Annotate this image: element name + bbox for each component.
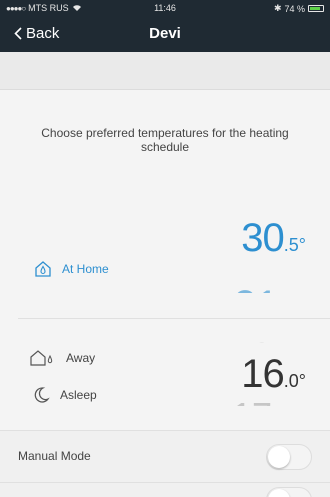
away-house-icon (30, 350, 53, 366)
bluetooth-icon: ✱ (273, 3, 282, 13)
instruction-text: Choose preferred temperatures for the he… (41, 126, 289, 154)
at-home-label: At Home (62, 262, 109, 276)
away-label: Away (66, 351, 96, 365)
section-divider (18, 318, 330, 319)
home-icon (35, 261, 51, 277)
back-button[interactable]: Back (14, 25, 59, 42)
toggle-knob (268, 489, 290, 497)
away-temperature[interactable]: 16.0° (241, 352, 306, 397)
manual-mode-row: Manual Mode (0, 430, 330, 482)
asleep-row[interactable]: Asleep (32, 386, 97, 404)
status-right: ✱ 74 % (274, 3, 324, 14)
chevron-left-icon (14, 27, 22, 40)
toggle-knob (268, 446, 290, 468)
at-home-row[interactable]: At Home (34, 260, 109, 278)
at-home-temperature[interactable]: 30.5° (241, 216, 306, 261)
away-row[interactable]: Away (30, 350, 95, 366)
away-temp-frac: .0° (283, 371, 306, 391)
next-setting-row (0, 482, 330, 497)
manual-mode-toggle[interactable] (266, 444, 312, 470)
asleep-label: Asleep (60, 388, 97, 402)
next-setting-toggle[interactable] (266, 487, 312, 497)
back-label: Back (26, 25, 60, 42)
nav-bar: Back Devi (0, 16, 330, 52)
manual-mode-label: Manual Mode (18, 449, 91, 463)
at-home-next-value: 31 (234, 287, 282, 293)
moon-icon (34, 387, 50, 403)
at-home-temp-int: 30 (241, 216, 284, 260)
away-prev-value: 15 (232, 342, 274, 348)
away-temp-int: 16 (241, 352, 284, 396)
battery-fill (310, 7, 320, 10)
at-home-temp-frac: .5° (283, 235, 306, 255)
battery-icon (308, 5, 324, 12)
away-next-value: 17 (232, 400, 274, 406)
status-bar: ●●●●○ MTS RUS 11:46 ✱ 74 % (0, 0, 330, 16)
battery-percent: 74 % (284, 3, 305, 14)
header-band (0, 52, 330, 90)
